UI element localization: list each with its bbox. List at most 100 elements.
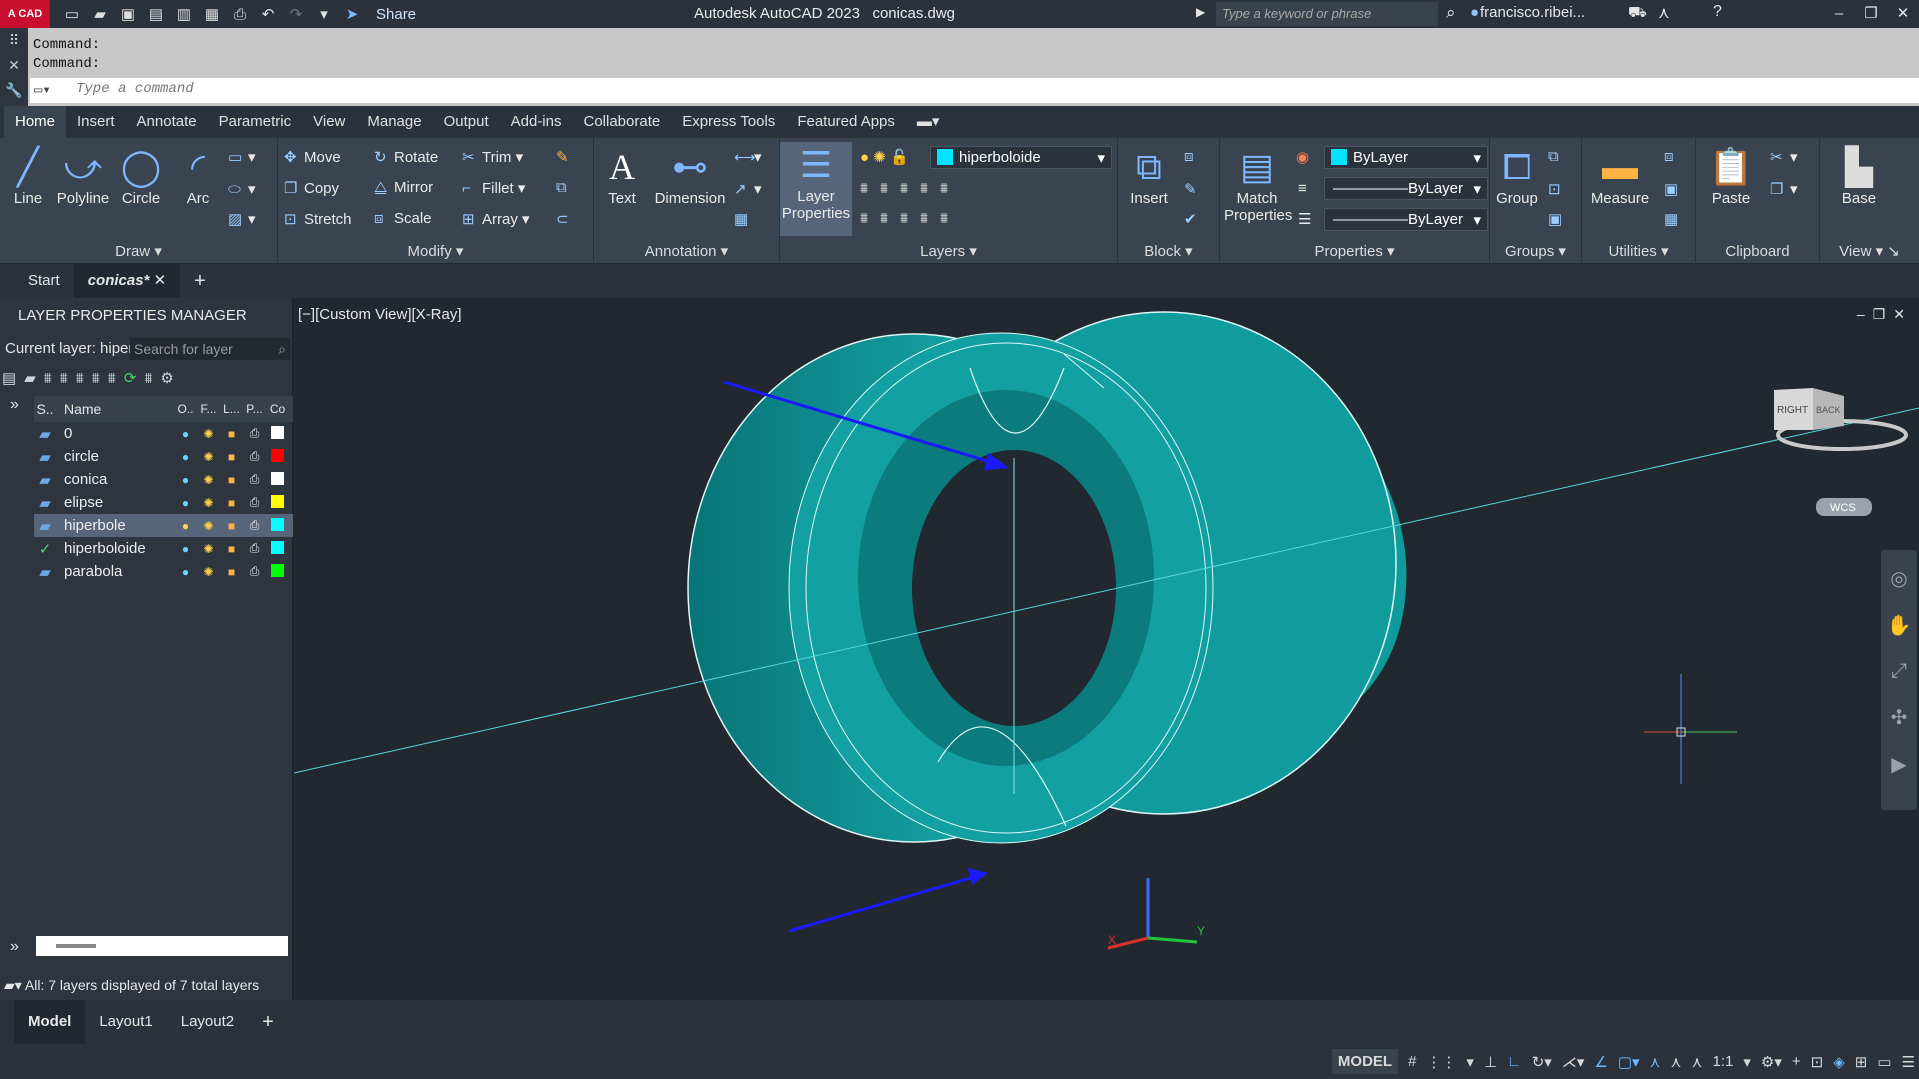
col-lock[interactable]: L... xyxy=(220,402,243,416)
text-button[interactable]: A Text xyxy=(602,144,642,207)
help-icon[interactable]: ? xyxy=(1713,3,1722,21)
groups-panel-title[interactable]: Groups ▾ xyxy=(1490,242,1581,260)
close-tab-icon[interactable]: ✕ xyxy=(154,272,167,289)
layer-search-input[interactable]: Search for layer ⌕ xyxy=(130,338,290,360)
restore-icon[interactable]: ❐ xyxy=(1855,0,1887,28)
col-status[interactable]: S.. xyxy=(34,401,56,417)
clipboard-panel-title[interactable]: Clipboard xyxy=(1696,243,1819,260)
layer-name[interactable]: conica xyxy=(56,471,174,488)
layer-color-swatch[interactable] xyxy=(266,448,289,465)
layers-panel-title[interactable]: Layers ▾ xyxy=(780,242,1117,260)
col-freeze[interactable]: F... xyxy=(197,402,220,416)
fillet-button[interactable]: ⌐ Fillet ▾ xyxy=(462,179,525,197)
match-properties-button[interactable]: ▤ Match Properties xyxy=(1224,144,1292,224)
pan-icon[interactable]: ✋ xyxy=(1887,613,1912,638)
lock-icon[interactable]: ■ xyxy=(220,450,243,464)
tab-collaborate[interactable]: Collaborate xyxy=(572,106,671,138)
layer-name[interactable]: parabola xyxy=(56,563,174,580)
lightbulb-icon[interactable]: ● xyxy=(174,473,197,487)
hatch-button[interactable]: ▨ ▾ xyxy=(228,210,256,228)
lightbulb-icon[interactable]: ● xyxy=(174,542,197,556)
new-file-icon[interactable]: ▭ xyxy=(62,5,82,23)
printer-icon[interactable]: ⎙ xyxy=(243,518,266,533)
plot-icon[interactable]: ⎙ xyxy=(230,5,250,23)
arc-button[interactable]: ◜ Arc xyxy=(176,144,220,207)
open-web-icon[interactable]: ▥ xyxy=(174,5,194,23)
stretch-button[interactable]: ⊡ Stretch xyxy=(284,210,352,228)
save-as-icon[interactable]: ▤ xyxy=(146,5,166,23)
units-icon[interactable]: ⊡ xyxy=(1811,1053,1824,1071)
tab-output[interactable]: Output xyxy=(433,106,500,138)
tab-layout1[interactable]: Layout1 xyxy=(85,1000,166,1044)
layer-row[interactable]: ▰ conica ● ✺ ■ ⎙ xyxy=(34,468,293,491)
set-current-icon[interactable]: ⩩ xyxy=(108,370,116,387)
move-button[interactable]: ✥ Move xyxy=(284,148,341,166)
sun-icon[interactable]: ✺ xyxy=(197,427,220,441)
user-account-menu[interactable]: francisco.ribei... xyxy=(1480,4,1585,21)
quick-select-button[interactable]: ⧈ xyxy=(1664,148,1684,165)
layer-name[interactable]: hiperboloide xyxy=(56,540,174,557)
tab-home[interactable]: Home xyxy=(4,106,67,138)
lightbulb-icon[interactable]: ● xyxy=(174,427,197,441)
layer-name[interactable]: hiperbole xyxy=(56,517,174,534)
utilities-panel-title[interactable]: Utilities ▾ xyxy=(1582,242,1695,260)
tab-express-tools[interactable]: Express Tools xyxy=(671,106,786,138)
attribute-button[interactable]: ✔ xyxy=(1184,210,1204,228)
auto-scale-icon[interactable]: ⋏ xyxy=(1671,1053,1682,1071)
view-panel-title[interactable]: View ▾ ↘ xyxy=(1820,242,1919,260)
layer-color-swatch[interactable] xyxy=(266,563,289,580)
scale-button[interactable]: ⧈ Scale xyxy=(374,210,432,227)
calculator-button[interactable]: ▦ xyxy=(1664,210,1684,228)
annotation-visibility-icon[interactable]: ⋏ xyxy=(1650,1053,1661,1071)
table-button[interactable]: ▦ xyxy=(734,210,754,228)
steering-wheel-icon[interactable]: ◎ xyxy=(1890,566,1907,591)
group-button[interactable]: ⧠ Group xyxy=(1494,144,1540,207)
printer-icon[interactable]: ⎙ xyxy=(243,495,266,510)
base-button[interactable]: ▙ Base xyxy=(1834,144,1884,207)
share-icon[interactable]: ➤ xyxy=(342,5,362,23)
array-button[interactable]: ⊞ Array ▾ xyxy=(462,210,530,228)
annotation-monitor-icon[interactable]: + xyxy=(1792,1053,1801,1070)
gear-icon[interactable]: ⚙ xyxy=(160,369,173,387)
customize-dropdown-icon[interactable]: ▾ xyxy=(314,5,334,23)
layer-status-icon[interactable]: ▰ xyxy=(34,494,56,512)
erase-button[interactable]: ✎ xyxy=(556,148,576,166)
command-prompt-icon[interactable]: ▭▾ xyxy=(34,82,51,99)
annotation-scale-icon[interactable]: ⋏ xyxy=(1692,1053,1703,1071)
scroll-thumb[interactable] xyxy=(56,944,96,948)
copy-button[interactable]: ❐ Copy xyxy=(284,179,339,197)
layer-dropdown[interactable]: hiperboloide ▾ xyxy=(930,146,1112,169)
linetype-dropdown[interactable]: —————ByLayer ▾ xyxy=(1324,208,1488,231)
customization-menu-icon[interactable]: ☰ xyxy=(1902,1053,1915,1071)
filter-icon[interactable]: ▰▾ xyxy=(4,977,22,993)
lightbulb-icon[interactable]: ● xyxy=(174,496,197,510)
save-web-icon[interactable]: ▦ xyxy=(202,5,222,23)
new-property-filter-icon[interactable]: ▤ xyxy=(2,369,16,387)
drawing-viewport[interactable]: [−][Custom View][X-Ray] –❐✕ Y X RIGHT BA… xyxy=(294,298,1919,1000)
polar-icon[interactable]: ↻▾ xyxy=(1532,1053,1552,1071)
new-layer-icon[interactable]: ⩩ xyxy=(60,370,68,387)
undo-icon[interactable]: ↶ xyxy=(258,5,278,23)
open-folder-icon[interactable]: ▰ xyxy=(90,5,110,23)
color-dropdown[interactable]: ByLayer ▾ xyxy=(1324,146,1488,169)
printer-icon[interactable]: ⎙ xyxy=(243,541,266,556)
new-tab-button[interactable]: + xyxy=(180,264,220,298)
tab-insert[interactable]: Insert xyxy=(66,106,126,138)
new-layout-button[interactable]: + xyxy=(248,1000,288,1044)
layer-color-swatch[interactable] xyxy=(266,425,289,442)
tab-start[interactable]: Start xyxy=(14,264,74,298)
layer-status-icon[interactable]: ▰ xyxy=(34,448,56,466)
collapse-panel-icon[interactable]: » xyxy=(10,938,19,956)
app-menu-button[interactable]: A CAD xyxy=(0,0,50,28)
user-icon[interactable]: ● xyxy=(1470,4,1479,21)
layer-color-swatch[interactable] xyxy=(266,471,289,488)
lock-icon[interactable]: ■ xyxy=(220,542,243,556)
lock-icon[interactable]: ■ xyxy=(220,565,243,579)
sun-icon[interactable]: ✺ xyxy=(197,565,220,579)
search-expand-icon[interactable]: ▶ xyxy=(1196,5,1205,19)
isodraft-icon[interactable]: ⋌▾ xyxy=(1562,1053,1585,1071)
layer-color-swatch[interactable] xyxy=(266,517,289,534)
search-icon[interactable]: ⌕ xyxy=(1446,3,1456,23)
printer-icon[interactable]: ⎙ xyxy=(243,449,266,464)
copy-clip-button[interactable]: ❐ ▾ xyxy=(1770,180,1798,198)
